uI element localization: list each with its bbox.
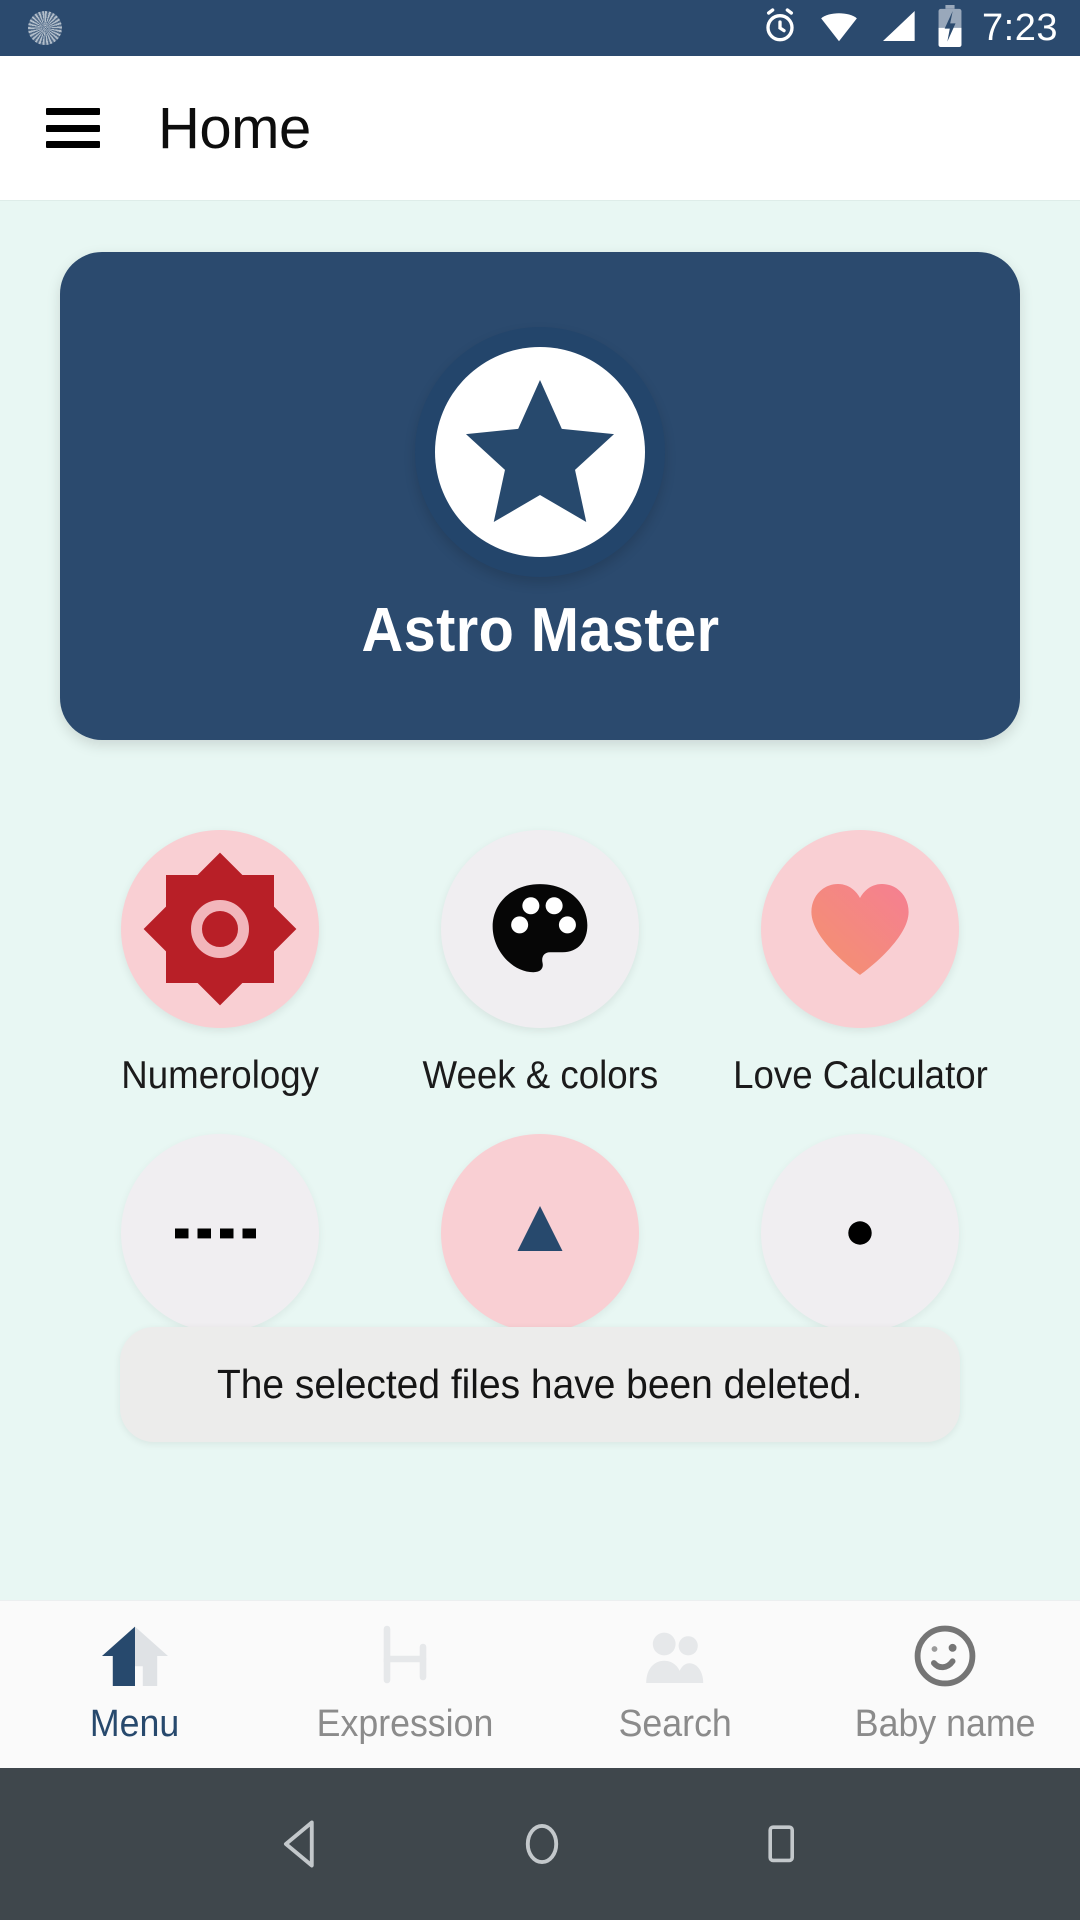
- phone-screen: 7:23 Home Astro Master Numerology Week &…: [0, 0, 1080, 1920]
- sync-icon: [28, 11, 62, 45]
- shortcut-icon-background: [121, 830, 319, 1028]
- recents-square-icon[interactable]: [757, 1818, 805, 1870]
- people-icon: [638, 1619, 712, 1693]
- bottom-nav-label: Menu: [90, 1703, 180, 1745]
- bottom-nav-item-expression[interactable]: Expression: [270, 1601, 540, 1746]
- hamburger-menu-icon[interactable]: [46, 108, 100, 148]
- app-logo-circle: [435, 346, 645, 557]
- sun-star-icon: [143, 852, 297, 1006]
- bottom-nav-item-search[interactable]: Search: [540, 1601, 810, 1746]
- android-system-navigation: [0, 1768, 1080, 1920]
- status-bar: 7:23: [0, 0, 1080, 56]
- status-bar-clock: 7:23: [982, 6, 1058, 49]
- back-triangle-icon[interactable]: [275, 1816, 327, 1872]
- shortcut-icon-background: [441, 830, 639, 1028]
- shortcut-label: Numerology: [121, 1054, 319, 1097]
- signal-icon: [878, 9, 918, 48]
- main-content: Astro Master Numerology Week & colors Lo…: [0, 200, 1080, 1600]
- home-icon: [98, 1619, 172, 1693]
- chair-icon: [369, 1619, 441, 1693]
- heart-icon: [811, 884, 909, 975]
- shortcut-label: Week & colors: [422, 1054, 658, 1097]
- home-circle-icon[interactable]: [516, 1816, 568, 1872]
- bottom-navigation-bar: Menu Expression Search Baby name: [0, 1600, 1080, 1768]
- toast-message: The selected files have been deleted.: [217, 1361, 863, 1407]
- shortcut-icon-background: [121, 1134, 319, 1332]
- status-bar-right: 7:23: [760, 4, 1058, 52]
- status-bar-left: [28, 11, 62, 45]
- bottom-nav-item-baby-name[interactable]: Baby name: [810, 1601, 1080, 1746]
- star-icon: [465, 379, 615, 522]
- toast-notification: The selected files have been deleted.: [120, 1327, 960, 1442]
- smiley-face-icon: [908, 1619, 982, 1693]
- battery-charging-icon: [936, 4, 964, 52]
- app-name: Astro Master: [360, 595, 720, 665]
- shortcut-row2-item-2[interactable]: [380, 1134, 700, 1358]
- app-hero-card[interactable]: Astro Master: [60, 252, 1020, 740]
- shortcut-icon-background: [761, 830, 959, 1028]
- shortcut-grid: Numerology Week & colors Love Calculator: [60, 830, 1020, 1358]
- shortcut-numerology[interactable]: Numerology: [60, 830, 380, 1098]
- bottom-nav-item-menu[interactable]: Menu: [0, 1601, 270, 1746]
- app-bar: Home: [0, 56, 1080, 200]
- shortcut-icon-background: [441, 1134, 639, 1332]
- dots-icon: [175, 1228, 256, 1239]
- app-logo: [415, 326, 665, 577]
- shortcut-label: Love Calculator: [732, 1054, 988, 1097]
- dot-icon: [848, 1221, 872, 1245]
- shortcut-row2-item-1[interactable]: [60, 1134, 380, 1358]
- wifi-icon: [818, 9, 860, 48]
- triangle-icon: [517, 1206, 563, 1251]
- bottom-nav-label: Search: [618, 1703, 732, 1745]
- shortcut-week-colors[interactable]: Week & colors: [380, 830, 700, 1098]
- shortcut-love-calculator[interactable]: Love Calculator: [700, 830, 1020, 1098]
- bottom-nav-label: Baby name: [854, 1703, 1036, 1745]
- alarm-icon: [760, 6, 800, 51]
- bottom-nav-label: Expression: [316, 1703, 494, 1745]
- shortcut-icon-background: [761, 1134, 959, 1332]
- shortcut-row2-item-3[interactable]: [700, 1134, 1020, 1358]
- palette-icon: [492, 884, 588, 973]
- page-title: Home: [158, 95, 311, 161]
